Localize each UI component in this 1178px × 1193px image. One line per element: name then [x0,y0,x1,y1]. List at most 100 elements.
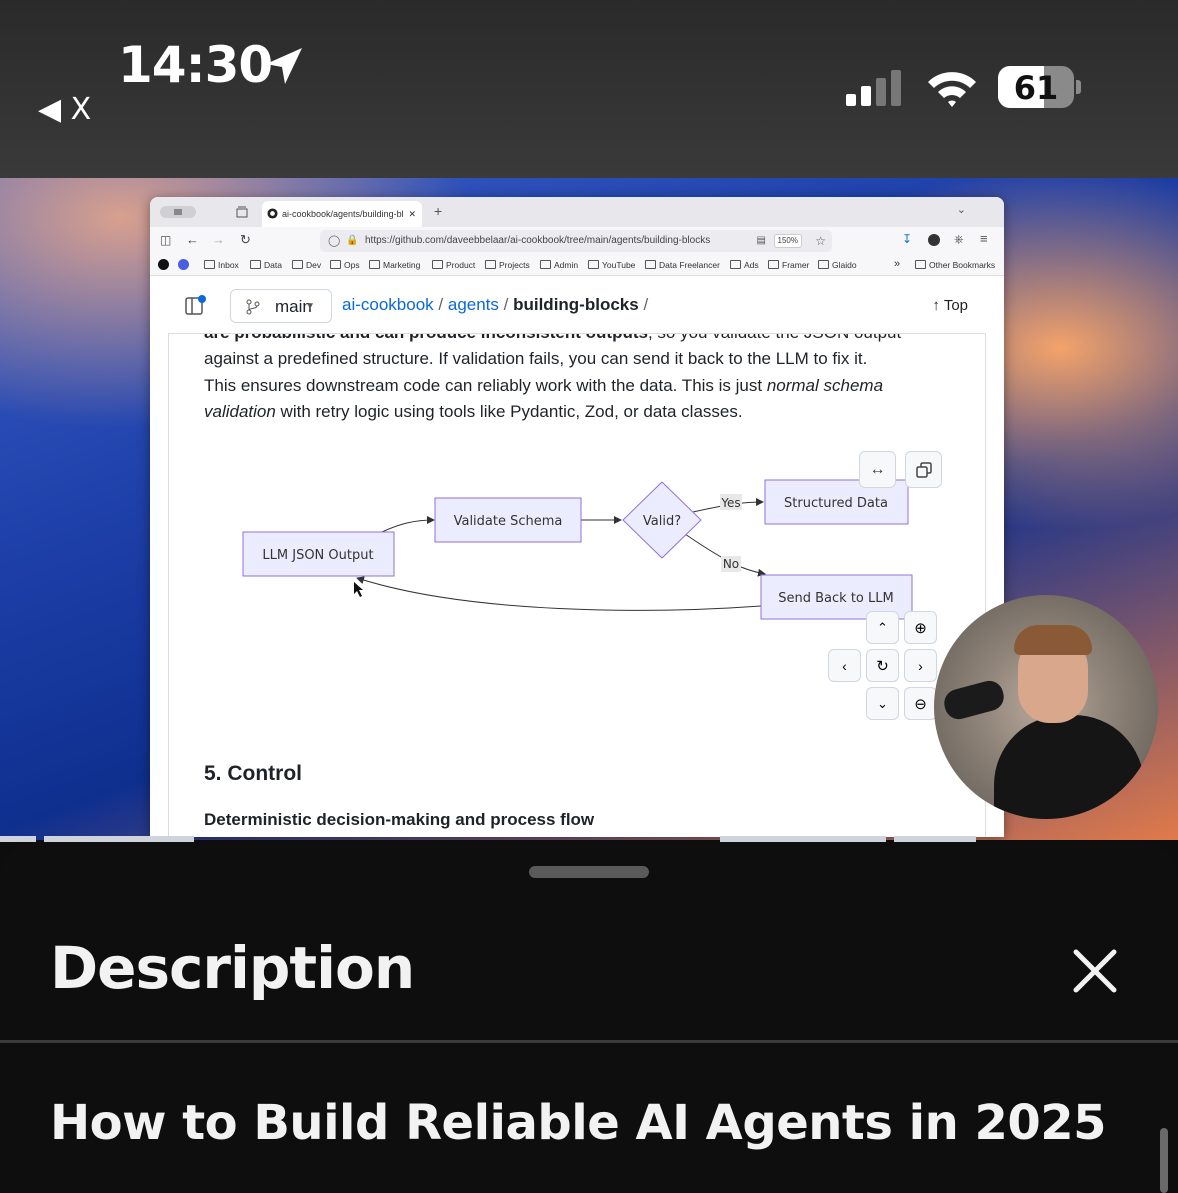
horizontal-arrows-icon: ↔ [869,460,886,478]
wifi-icon [928,72,976,107]
edge-sendback-to-output [356,576,762,611]
arrow-up-icon: ↑ [932,297,940,314]
node-llm-json-output-label: LLM JSON Output [262,548,373,563]
presenter-webcam [934,595,1158,819]
cellular-signal-icon [846,70,901,106]
navigation-bar: ◫ ← → ↻ ◯ 🔒 https://github.com/daveebbel… [150,227,1004,255]
readme-content: are probabilistic and can produce incons… [168,334,986,837]
node-send-back-label: Send Back to LLM [778,591,893,606]
zoom-out-button[interactable]: ⊖ [904,687,937,720]
tab-close-icon[interactable]: ✕ [408,201,416,227]
mouse-cursor-icon [354,582,363,597]
battery-percent: 61 [1013,69,1059,107]
file-tree-toggle-icon[interactable] [184,295,206,317]
reload-icon[interactable]: ↻ [240,232,251,248]
node-validate-schema-label: Validate Schema [454,514,563,529]
bookmark-ads[interactable]: Ads [730,260,759,270]
battery-tip [1076,80,1081,94]
reset-view-button[interactable]: ↻ [866,649,899,682]
bookmark-glaido[interactable]: Glaido [818,260,857,270]
zoom-level[interactable]: 150% [773,234,802,248]
tab-overview-icon[interactable] [236,206,248,218]
sheet-drag-handle[interactable] [529,866,649,878]
clock: 14:30 [118,36,273,94]
address-bar[interactable]: ◯ 🔒 https://github.com/daveebbelaar/ai-c… [320,230,832,252]
pan-up-button[interactable]: ⌃ [866,611,899,644]
bookmark-projects[interactable]: Projects [485,260,530,270]
edge-output-to-validate [381,516,435,533]
divider [0,1040,1178,1043]
reader-mode-icon[interactable]: ▤ [757,230,766,252]
bookmark-ops[interactable]: Ops [330,260,360,270]
section-subheading: Deterministic decision-making and proces… [204,810,595,829]
video-thumbnail-strip [0,836,36,842]
video-player[interactable]: ai-cookbook/agents/building-bl ✕ + ⌄ ◫ ←… [0,178,1178,840]
scrollbar[interactable] [1160,1128,1168,1193]
breadcrumb-current: building-blocks [513,295,639,314]
breadcrumb-repo[interactable]: ai-cookbook [342,295,434,314]
bookmarks-overflow-icon[interactable]: » [894,258,900,270]
copy-diagram-button[interactable] [905,451,942,488]
copy-icon [915,461,932,478]
bookmark-star-icon[interactable]: ☆ [815,230,826,252]
profile-icon[interactable] [928,234,940,246]
flowchart-diagram: LLM JSON Output Validate Schema Valid? Y… [242,479,913,620]
reset-icon: ↻ [876,657,889,675]
node-valid-label: Valid? [643,514,681,529]
bookmark-dev[interactable]: Dev [292,260,321,270]
sidebar-icon[interactable]: ◫ [160,233,171,247]
zoom-in-button[interactable]: ⊕ [904,611,937,644]
sheet-heading: Description [50,934,415,1002]
other-bookmarks[interactable]: Other Bookmarks [915,260,995,270]
back-arrow-icon[interactable]: ← [186,232,199,247]
bookmark-youtube[interactable]: YouTube [588,260,635,270]
tab-title: ai-cookbook/agents/building-bl [282,209,404,219]
new-tab-icon[interactable]: + [434,203,442,219]
bookmark-app-icon-2[interactable] [178,259,189,270]
location-arrow-icon [266,48,302,84]
branch-selector[interactable]: main ▼ [230,289,332,323]
git-branch-icon [246,299,260,315]
chevron-left-icon: ‹ [842,657,847,674]
bookmark-app-icon[interactable] [158,259,169,270]
pan-down-button[interactable]: ⌄ [866,687,899,720]
zoom-out-icon: ⊖ [914,695,927,713]
github-favicon-icon [267,208,278,219]
expand-diagram-button[interactable]: ↔ [859,451,896,488]
bookmark-data[interactable]: Data [250,260,282,270]
url-text: https://github.com/daveebbelaar/ai-cookb… [365,235,711,246]
pan-right-button[interactable]: › [904,649,937,682]
pan-left-button[interactable]: ‹ [828,649,861,682]
edge-yes-label: Yes [720,496,740,510]
bookmark-framer[interactable]: Framer [768,260,809,270]
breadcrumb-agents[interactable]: agents [448,295,499,314]
tab-list-chevron-icon[interactable]: ⌄ [957,203,966,216]
bookmark-admin[interactable]: Admin [540,260,578,270]
battery-indicator: 61 [998,66,1074,108]
extensions-icon[interactable]: ⎈ [954,232,964,247]
zoom-in-icon: ⊕ [914,619,927,637]
downloads-icon[interactable]: ↧ [902,232,912,246]
bookmark-marketing[interactable]: Marketing [369,260,420,270]
menu-icon[interactable]: ≡ [980,231,988,246]
branch-dropdown-icon: ▼ [305,301,315,312]
bookmark-product[interactable]: Product [432,260,475,270]
close-icon[interactable] [1066,942,1124,1000]
chevron-right-icon: › [918,657,923,674]
edge-no-label: No [723,557,739,571]
back-to-top-button[interactable]: ↑ Top [932,297,968,314]
chevron-down-icon: ⌄ [877,695,888,711]
bookmarks-bar: Inbox Data Dev Ops Marketing Product Pro… [150,255,1004,276]
bookmark-inbox[interactable]: Inbox [204,260,239,270]
shield-icon: ◯ [328,235,341,247]
back-app-label: X [70,92,92,127]
github-file-header: main ▼ ai-cookbook / agents / building-b… [168,279,986,334]
back-triangle-icon: ◀ [38,92,62,127]
chevron-up-icon: ⌃ [877,619,888,635]
active-tab[interactable]: ai-cookbook/agents/building-bl ✕ [262,201,422,227]
sidebar-toggle-icon[interactable] [160,206,196,218]
back-to-app-button[interactable]: ◀ X [38,92,91,127]
bookmark-data-freelancer[interactable]: Data Freelancer [645,260,720,270]
description-sheet: Description How to Build Reliable AI Age… [0,842,1178,1193]
forward-arrow-icon[interactable]: → [212,232,225,247]
